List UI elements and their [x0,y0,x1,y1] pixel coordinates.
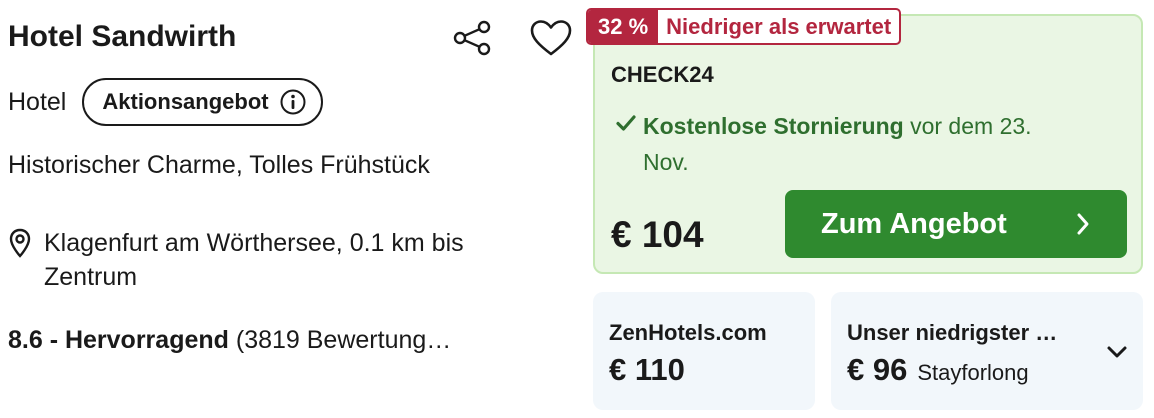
rating-count: (3819 Bewertung… [235,326,452,354]
hotel-type: Hotel [8,87,67,116]
hotel-location: Klagenfurt am Wörthersee, 0.1 km bis Zen… [8,226,504,294]
view-deal-button[interactable]: Zum Angebot [785,190,1127,258]
cancellation-strong: Kostenlose Stornierung [643,113,904,139]
location-text: Klagenfurt am Wörthersee, 0.1 km bis Zen… [44,229,464,291]
deal-provider: CHECK24 [611,62,714,87]
favorite-button[interactable] [526,16,576,60]
discount-badge: 32 % Niedriger als erwartet [586,8,902,45]
alt-offer-price: € 110 [609,352,685,387]
alt-offer-zenhotels[interactable]: ZenHotels.com € 110 [593,292,815,410]
hotel-type-row: Hotel Aktionsangebot [8,78,323,126]
alt-offer-title: Unser niedrigster … [847,320,1058,345]
deal-price: € 104 [611,214,704,255]
rating-score: 8.6 - Hervorragend [8,326,229,354]
check-icon [616,115,636,131]
map-pin-icon [9,228,31,258]
share-button[interactable] [448,16,496,60]
hotel-highlights: Historischer Charme, Tolles Frühstück [8,151,430,179]
chevron-right-icon [1077,213,1089,235]
chevron-down-icon[interactable] [1105,344,1129,360]
alt-offer-price-row: € 96 Stayforlong [847,352,1029,388]
heart-icon [530,20,572,56]
view-deal-label: Zum Angebot [821,207,1007,240]
share-icon [453,20,491,56]
discount-text: Niedriger als erwartet [666,13,892,39]
promo-badge-label: Aktionsangebot [102,89,269,114]
alt-offer-provider: Stayforlong [917,360,1029,385]
alt-offer-lowest[interactable]: Unser niedrigster … € 96 Stayforlong [831,292,1143,410]
promo-badge[interactable]: Aktionsangebot [82,78,323,126]
discount-percent: 32 % [588,10,659,43]
hotel-name[interactable]: Hotel Sandwirth [8,20,236,54]
cancellation-text: Kostenlose Stornierung vor dem 23. Nov. [643,108,1043,180]
alt-offer-provider: ZenHotels.com [609,320,767,345]
best-deal-card: CHECK24 Kostenlose Stornierung vor dem 2… [593,14,1143,274]
hotel-rating[interactable]: 8.6 - Hervorragend (3819 Bewertung… [8,326,451,355]
info-icon[interactable] [279,88,307,116]
alt-offer-price: € 96 [847,352,908,387]
cancellation-info: Kostenlose Stornierung vor dem 23. Nov. [615,108,1043,180]
